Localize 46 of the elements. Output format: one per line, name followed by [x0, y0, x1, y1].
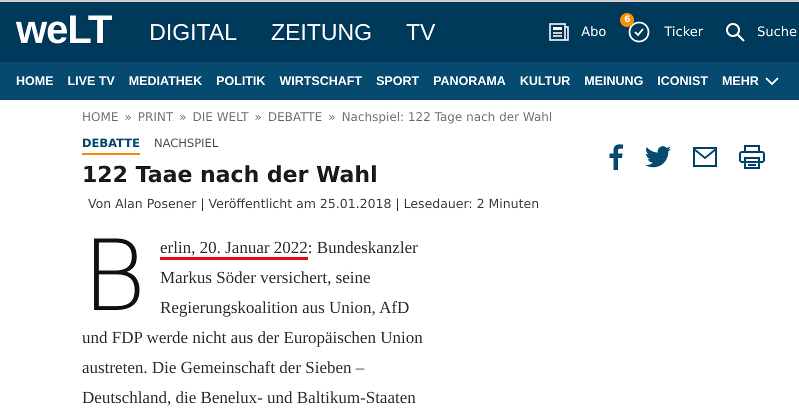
article-text: erlin, 20. Januar 2022: Bundeskanzler [160, 233, 418, 263]
nav-item[interactable]: KULTUR [520, 74, 570, 88]
ticker-link[interactable]: Ticker [664, 24, 704, 40]
count-badge: 6 [620, 13, 634, 27]
breadcrumb-link[interactable]: DIE WELT [192, 110, 249, 132]
nav-item[interactable]: ICONIST [657, 74, 708, 88]
nav-item[interactable]: POLITIK [216, 74, 266, 88]
topic-tag[interactable]: NACHSPIEL [154, 136, 218, 155]
search-link[interactable]: Suche [757, 24, 797, 40]
nav-item[interactable]: MEDIATHEK [128, 74, 202, 88]
nav-item[interactable]: PANORAMA [433, 74, 506, 88]
newspaper-icon [549, 23, 570, 41]
separator-icon: » [328, 110, 336, 132]
topic-tag[interactable]: DEBATTE [82, 136, 140, 155]
facebook-icon[interactable] [609, 144, 623, 170]
logo[interactable]: weLT [16, 8, 112, 52]
separator-icon: » [124, 110, 132, 132]
nav-item[interactable]: WIRTSCHAFT [279, 74, 362, 88]
search-icon[interactable] [725, 22, 746, 42]
article-text: austreten. Die Gemeinschaft der Sieben – [82, 357, 366, 379]
section-link[interactable]: ZEITUNG [271, 18, 372, 46]
nav-item[interactable]: SPORT [376, 74, 420, 88]
breadcrumb-link[interactable]: DEBATTE [268, 110, 322, 132]
article-text: Deutschland, die Benelux- und Baltikum-Staaten [82, 387, 417, 409]
drop-cap: B [82, 237, 146, 323]
bird-icon[interactable] [645, 146, 671, 168]
clock-icon[interactable] [628, 21, 650, 43]
article-text: Markus Söder versichert, seine [160, 267, 372, 289]
breadcrumb-link[interactable]: Nachspiel: 122 Tage nach der Wahl [342, 110, 552, 132]
article-text: Regierungskoalition aus Union, AfD [160, 297, 410, 319]
separator-icon: » [179, 110, 187, 132]
article-title: 122 Taae nach der Wahl [82, 163, 379, 188]
breadcrumb-link[interactable]: PRINT [138, 110, 174, 132]
printer-icon[interactable] [739, 145, 765, 169]
nav-item[interactable]: HOME [16, 74, 54, 88]
mail-icon[interactable] [693, 147, 717, 167]
separator-icon: » [254, 110, 262, 132]
abo-link[interactable]: Abo [581, 24, 606, 40]
breadcrumb-link[interactable]: HOME [82, 110, 118, 132]
section-link[interactable]: TV [406, 18, 436, 46]
section-link[interactable]: DIGITAL [149, 18, 238, 46]
nav-item[interactable]: LIVE TV [68, 74, 115, 88]
byline: Von Alan Posener | Veröffentlicht am 25.01.2018 | Lesedauer: 2 Minuten [88, 196, 540, 211]
nav-item[interactable]: MEHR [722, 74, 779, 88]
article-text: und FDP werde nicht aus der Europäischen Union [82, 327, 424, 349]
nav-item[interactable]: MEINUNG [584, 74, 644, 88]
